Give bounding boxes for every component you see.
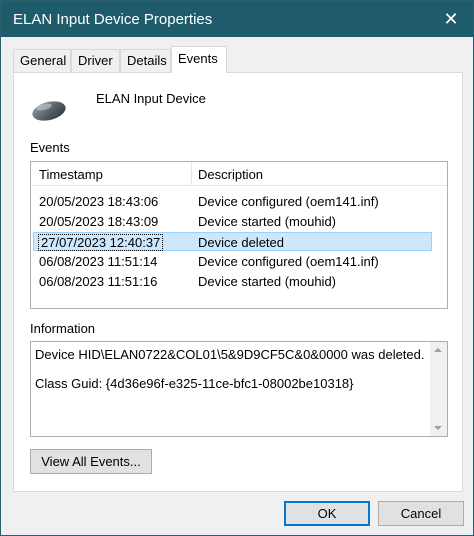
ok-button[interactable]: OK — [284, 501, 370, 526]
events-list[interactable]: Timestamp Description 20/05/2023 18:43:0… — [30, 161, 448, 309]
event-timestamp: 20/05/2023 18:43:06 — [39, 194, 159, 209]
event-timestamp: 06/08/2023 11:51:14 — [39, 254, 158, 269]
tab-general[interactable]: General — [13, 49, 71, 72]
event-timestamp: 27/07/2023 12:40:37 — [38, 234, 164, 251]
close-icon[interactable]: ✕ — [429, 1, 473, 37]
events-list-header: Timestamp Description — [31, 162, 447, 186]
properties-dialog: ELAN Input Device Properties ✕ General D… — [0, 0, 474, 536]
information-label: Information — [30, 321, 96, 336]
list-item-selected[interactable]: 27/07/2023 12:40:37 Device deleted — [33, 232, 432, 251]
scroll-up-icon[interactable] — [434, 348, 442, 352]
information-line: Device HID\ELAN0722&COL01\5&9D9CF5C&0&00… — [35, 347, 425, 362]
list-item[interactable]: 20/05/2023 18:43:06 Device configured (o… — [33, 192, 432, 211]
tab-details[interactable]: Details — [120, 49, 171, 72]
title-bar: ELAN Input Device Properties ✕ — [1, 1, 473, 37]
device-name: ELAN Input Device — [96, 91, 206, 106]
event-description: Device configured (oem141.inf) — [198, 254, 379, 269]
event-description: Device configured (oem141.inf) — [198, 194, 379, 209]
event-timestamp: 06/08/2023 11:51:16 — [39, 274, 158, 289]
event-description: Device started (mouhid) — [198, 214, 336, 229]
view-all-events-button[interactable]: View All Events... — [30, 449, 152, 474]
information-text-box[interactable]: Device HID\ELAN0722&COL01\5&9D9CF5C&0&00… — [30, 341, 448, 437]
column-header-timestamp[interactable]: Timestamp — [39, 167, 103, 182]
list-item[interactable]: 06/08/2023 11:51:16 Device started (mouh… — [33, 272, 432, 291]
event-description: Device started (mouhid) — [198, 274, 336, 289]
event-description: Device deleted — [198, 235, 284, 250]
events-label: Events — [30, 140, 70, 155]
tab-driver[interactable]: Driver — [71, 49, 120, 72]
vertical-scrollbar[interactable] — [430, 342, 447, 436]
column-divider[interactable] — [191, 162, 192, 186]
tab-events[interactable]: Events — [171, 46, 227, 73]
column-header-description[interactable]: Description — [198, 167, 263, 182]
cancel-button[interactable]: Cancel — [378, 501, 464, 526]
events-tab-panel: ELAN Input Device Events Timestamp Descr… — [13, 72, 463, 492]
window-title: ELAN Input Device Properties — [13, 11, 213, 28]
list-item[interactable]: 06/08/2023 11:51:14 Device configured (o… — [33, 252, 432, 271]
list-item[interactable]: 20/05/2023 18:43:09 Device started (mouh… — [33, 212, 432, 231]
information-line: Class Guid: {4d36e96f-e325-11ce-bfc1-080… — [35, 376, 354, 391]
scroll-down-icon[interactable] — [434, 426, 442, 430]
mouse-icon — [32, 101, 66, 121]
event-timestamp: 20/05/2023 18:43:09 — [39, 214, 159, 229]
